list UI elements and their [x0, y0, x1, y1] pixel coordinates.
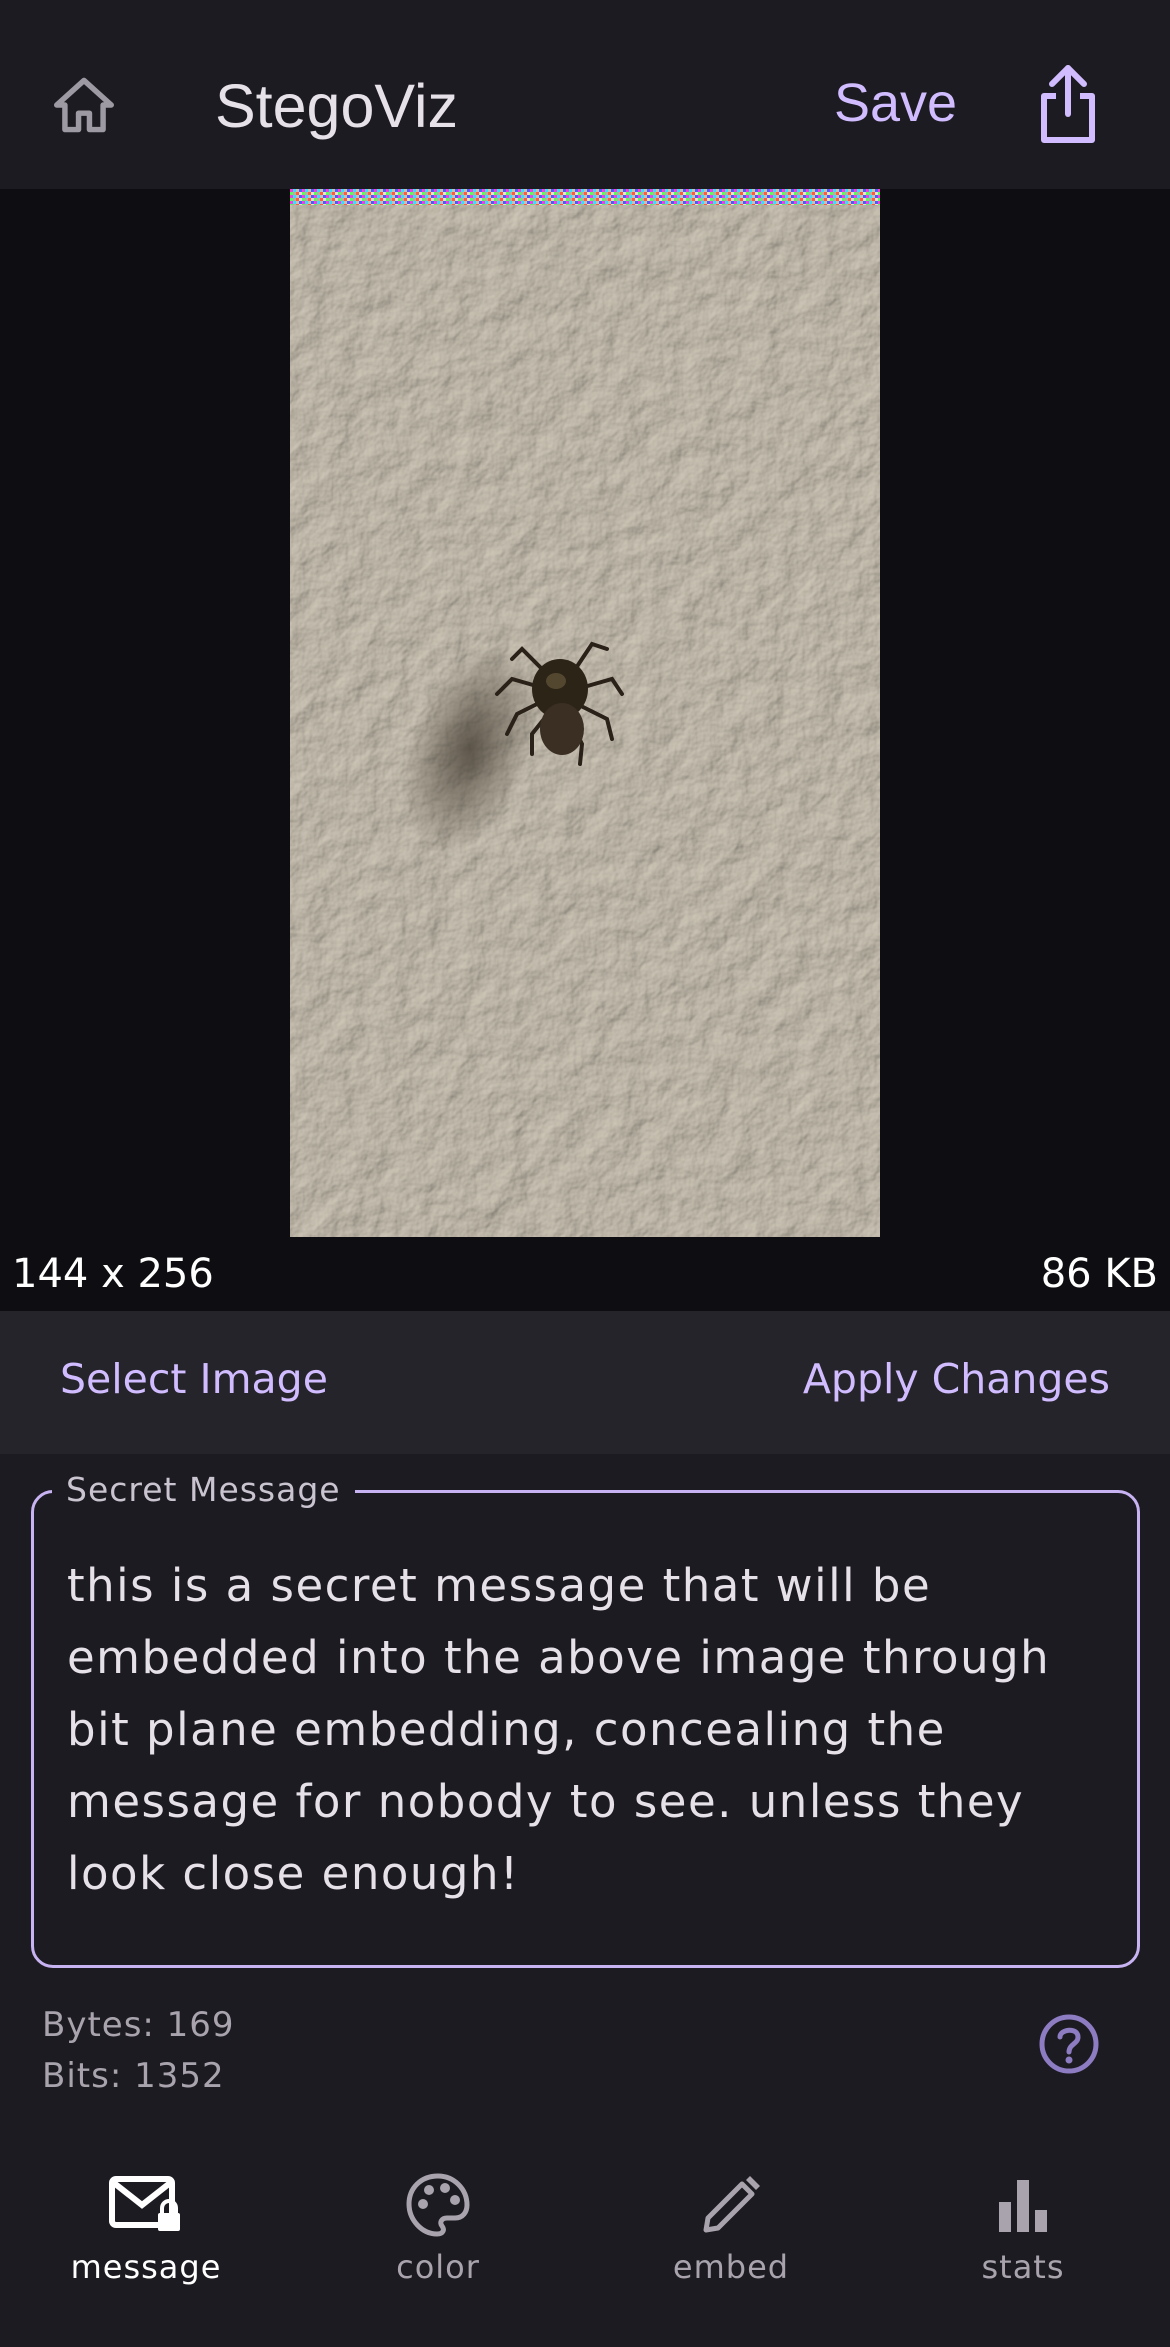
- share-icon: [1041, 65, 1095, 143]
- bar-chart-icon: [983, 2170, 1063, 2240]
- secret-message-label: Secret Message: [52, 1470, 355, 1509]
- home-button[interactable]: [48, 72, 120, 138]
- nav-label-color: color: [396, 2248, 480, 2286]
- bits-count: Bits: 1352: [42, 2056, 225, 2096]
- image-dimensions: 144 x 256: [12, 1251, 214, 1297]
- image-preview-area: [0, 189, 1170, 1237]
- nav-item-stats[interactable]: stats: [877, 2170, 1169, 2310]
- share-button[interactable]: [1036, 62, 1100, 146]
- message-size-info: Bytes: 169 Bits: 1352: [42, 2000, 235, 2102]
- palette-icon: [398, 2170, 478, 2240]
- action-row: Select Image Apply Changes: [0, 1311, 1170, 1454]
- nav-item-embed[interactable]: embed: [585, 2170, 877, 2310]
- pencil-icon: [691, 2170, 771, 2240]
- stego-image[interactable]: [290, 189, 880, 1237]
- nav-label-embed: embed: [672, 2248, 790, 2286]
- nav-item-color[interactable]: color: [292, 2170, 584, 2310]
- nav-label-stats: stats: [981, 2248, 1065, 2286]
- nav-item-message[interactable]: message: [0, 2170, 292, 2310]
- app-title: StegoViz: [215, 72, 459, 140]
- image-file-size: 86 KB: [1040, 1251, 1158, 1297]
- nav-label-message: message: [70, 2248, 222, 2286]
- mail-lock-icon: [106, 2170, 186, 2240]
- bottom-navigation: message color embed stats: [0, 2140, 1170, 2347]
- secret-message-text[interactable]: this is a secret message that will be em…: [67, 1550, 1107, 1910]
- home-icon: [54, 77, 114, 133]
- select-image-button[interactable]: Select Image: [60, 1355, 328, 1403]
- help-button[interactable]: [1038, 2013, 1100, 2075]
- bytes-count: Bytes: 169: [42, 2005, 235, 2045]
- save-button[interactable]: Save: [834, 68, 957, 138]
- help-icon: [1039, 2014, 1099, 2074]
- top-app-bar: StegoViz Save: [0, 0, 1170, 189]
- image-info-bar: 144 x 256 86 KB: [0, 1237, 1170, 1311]
- apply-changes-button[interactable]: Apply Changes: [803, 1355, 1110, 1403]
